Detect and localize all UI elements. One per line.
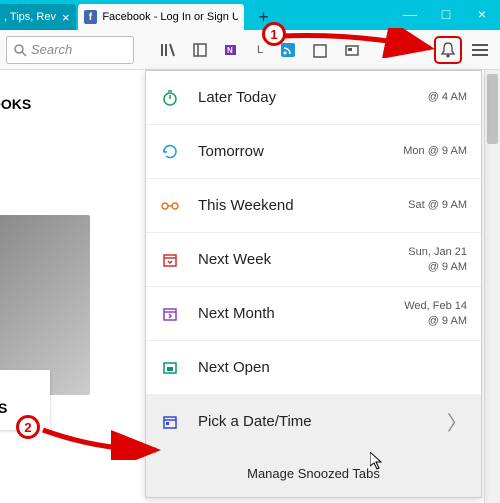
annotation-callout-1: 1 bbox=[262, 22, 286, 46]
annotation-callout-2: 2 bbox=[16, 415, 40, 439]
calendar-pick-icon bbox=[160, 412, 180, 432]
stopwatch-icon bbox=[160, 88, 180, 108]
pocket-button[interactable] bbox=[306, 36, 334, 64]
calendar-forward-icon bbox=[160, 304, 180, 324]
browser-tab[interactable]: f Facebook - Log In or Sign U bbox=[78, 4, 244, 30]
article-image bbox=[0, 215, 90, 395]
search-icon bbox=[13, 43, 27, 57]
rss-icon bbox=[280, 42, 296, 58]
tab-label: Facebook - Log In or Sign U bbox=[102, 11, 237, 23]
snooze-time: Wed, Feb 14 @ 9 AM bbox=[404, 299, 467, 328]
sidebar-button[interactable] bbox=[186, 36, 214, 64]
snooze-later-today[interactable]: Later Today @ 4 AM bbox=[146, 71, 481, 125]
window-icon bbox=[160, 358, 180, 378]
snooze-next-open[interactable]: Next Open bbox=[146, 341, 481, 395]
snooze-tomorrow[interactable]: Tomorrow Mon @ 9 AM bbox=[146, 125, 481, 179]
svg-text:N: N bbox=[227, 46, 233, 55]
snooze-label: Later Today bbox=[198, 89, 276, 106]
maximize-button[interactable]: □ bbox=[428, 0, 464, 28]
search-input[interactable]: Search bbox=[6, 36, 134, 64]
snooze-label: Pick a Date/Time bbox=[198, 413, 312, 430]
calendar-down-icon bbox=[160, 250, 180, 270]
library-button[interactable] bbox=[154, 36, 182, 64]
onenote-icon: N bbox=[224, 42, 240, 58]
snooze-dropdown: Later Today @ 4 AM Tomorrow Mon @ 9 AM T… bbox=[145, 70, 482, 498]
snooze-weekend[interactable]: This Weekend Sat @ 9 AM bbox=[146, 179, 481, 233]
snooze-time: Sat @ 9 AM bbox=[408, 198, 467, 212]
manage-snoozed-button[interactable]: Manage Snoozed Tabs bbox=[146, 449, 481, 497]
close-window-button[interactable]: × bbox=[464, 0, 500, 28]
separator-label: L bbox=[250, 44, 270, 56]
menu-button[interactable] bbox=[466, 36, 494, 64]
snooze-label: Next Open bbox=[198, 359, 270, 376]
snooze-pick-datetime[interactable]: Pick a Date/Time 〉 bbox=[146, 395, 481, 449]
library-icon bbox=[160, 42, 176, 58]
snooze-next-month[interactable]: Next Month Wed, Feb 14 @ 9 AM bbox=[146, 287, 481, 341]
snooze-tabs-button[interactable] bbox=[434, 36, 462, 64]
close-icon[interactable]: × bbox=[62, 10, 70, 25]
pocket-icon bbox=[312, 42, 328, 58]
snooze-time: @ 4 AM bbox=[428, 90, 467, 104]
facebook-icon: f bbox=[84, 10, 98, 24]
scrollbar[interactable] bbox=[484, 70, 500, 503]
sidebar-icon bbox=[192, 42, 208, 58]
snooze-next-week[interactable]: Next Week Sun, Jan 21 @ 9 AM bbox=[146, 233, 481, 287]
bell-icon bbox=[439, 41, 457, 59]
snooze-time: Sun, Jan 21 @ 9 AM bbox=[408, 245, 467, 274]
snooze-label: Next Month bbox=[198, 305, 275, 322]
scroll-thumb[interactable] bbox=[487, 74, 498, 144]
title-bar: , Tips, Rev × f Facebook - Log In or Sig… bbox=[0, 0, 500, 30]
cursor-icon bbox=[370, 452, 386, 472]
screenshot-button[interactable] bbox=[338, 36, 366, 64]
page-heading: OOKS bbox=[0, 96, 31, 112]
browser-tab[interactable]: , Tips, Rev × bbox=[0, 4, 76, 30]
snooze-time: Mon @ 9 AM bbox=[403, 144, 467, 158]
minimize-button[interactable]: — bbox=[392, 0, 428, 28]
snooze-label: Tomorrow bbox=[198, 143, 264, 160]
toolbar: Search N L bbox=[0, 30, 500, 70]
clock-arrow-icon bbox=[160, 142, 180, 162]
chevron-right-icon: 〉 bbox=[447, 407, 467, 436]
snooze-label: This Weekend bbox=[198, 197, 294, 214]
onenote-button[interactable]: N bbox=[218, 36, 246, 64]
search-placeholder: Search bbox=[31, 42, 72, 57]
screenshot-icon bbox=[344, 42, 360, 58]
tab-label: , Tips, Rev bbox=[4, 11, 56, 23]
sunglasses-icon bbox=[160, 196, 180, 216]
page-content: OOKS S VIEW ALL Later Today @ 4 AM Tomor… bbox=[0, 70, 500, 503]
snooze-label: Next Week bbox=[198, 251, 271, 268]
